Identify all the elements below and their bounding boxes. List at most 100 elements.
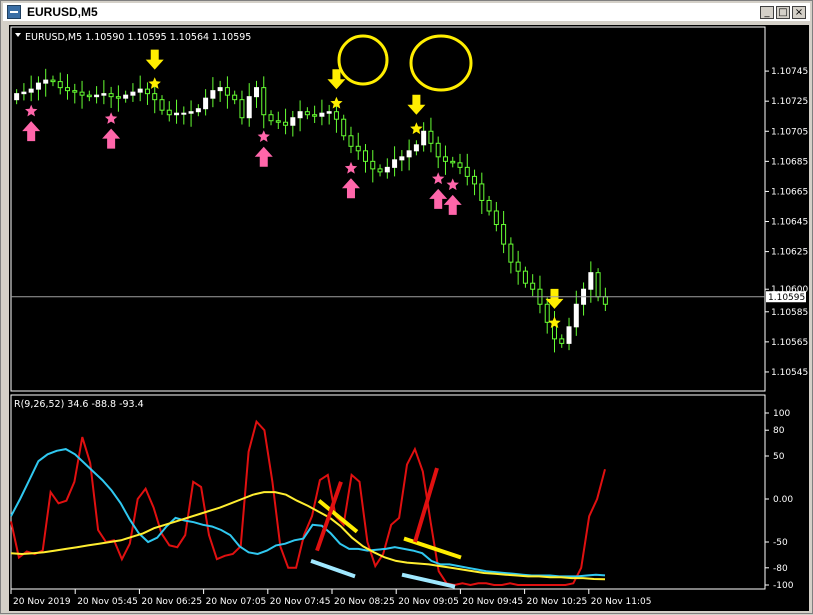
candle-body [203,97,209,110]
candle-body [333,111,339,120]
candle-body [246,96,252,119]
chart-window-icon [7,5,21,19]
time-tick-label: 20 Nov 2019 [13,597,71,607]
time-tick-label: 20 Nov 07:45 [270,597,331,607]
candle-body [14,93,20,101]
candle-body [435,142,441,158]
time-tick-label: 20 Nov 07:05 [206,597,267,607]
candle-body [79,91,85,96]
indicator-tick-label: -100 [773,581,794,591]
candle-body [457,162,463,168]
indicator-layer [10,419,606,589]
candle-body [559,338,565,344]
price-tick-label: 1.10565 [771,338,808,348]
indicator-axis: 100 80 50 0.00 -50 -80 -100 [765,409,794,591]
candles-layer [14,49,608,353]
candle-body [130,91,136,96]
price-tick-label: 1.10725 [771,97,808,107]
candle-body [450,160,456,164]
candle-body [115,96,121,99]
candle-body [515,261,521,272]
candle-body [370,160,376,170]
candle-body [181,112,187,115]
candle-body [144,88,150,95]
close-button[interactable]: × [792,6,806,19]
candle-body [508,243,514,263]
indicator-tick-label: 100 [773,409,790,419]
chart-window: EURUSD,M5 _ □ × EURUSD,M5 1.10590 1.1059… [0,0,813,614]
indicator-line-yellow [10,491,606,581]
time-axis: 20 Nov 2019 20 Nov 05:45 20 Nov 06:25 20 No… [10,589,652,607]
candle-body [602,296,608,305]
candle-body [268,114,274,122]
sell-star-icon [410,122,423,135]
buy-arrow-icon [429,188,448,209]
indicator-pane-frame [10,394,766,590]
candle-body [152,93,158,101]
price-tick-label: 1.10685 [771,157,808,167]
buy-arrow-icon [341,178,360,199]
buy-star-icon [104,112,118,124]
candle-body [57,81,63,89]
window-title: EURUSD,M5 [27,5,98,19]
candle-body [501,224,507,245]
candle-body [413,144,419,152]
candle-body [304,111,310,116]
candle-body [297,111,303,119]
title-bar[interactable]: EURUSD,M5 _ □ × [3,3,810,21]
candle-body [290,117,296,126]
candle-body [108,93,114,98]
indicator-tick-label: -80 [773,564,788,574]
candle-body [217,87,223,92]
candle-body [50,79,56,83]
candle-body [43,79,49,84]
candle-body [530,282,536,290]
candle-body [35,82,41,90]
time-tick-label: 20 Nov 11:05 [591,597,652,607]
restore-button[interactable]: □ [776,6,790,19]
candle-body [355,145,361,152]
price-tick-label: 1.10545 [771,368,808,378]
collapse-triangle-icon[interactable] [15,33,21,37]
candle-body [224,87,230,96]
candle-body [312,114,318,117]
indicator-tick-label: 50 [773,452,785,462]
candle-body [86,94,92,98]
highlight-circle [337,34,389,86]
candle-body [472,175,478,185]
price-tick-label: 1.10665 [771,187,808,197]
candle-body [363,150,369,162]
buy-arrow-icon [102,128,121,149]
buy-arrow-icon [22,121,41,142]
price-tick-label: 1.10625 [771,248,808,258]
indicator-line-cyan [10,448,606,578]
candle-body [464,166,470,177]
price-tick-label: 1.10745 [771,67,808,77]
candle-body [392,159,398,168]
indicator-info-text: R(9,26,52) 34.6 -88.8 -93.4 [14,399,144,410]
chart-svg[interactable]: EURUSD,M5 1.10590 1.10595 1.10564 1.1059… [9,25,809,611]
time-tick-label: 20 Nov 06:25 [141,597,202,607]
main-pane-frame [10,26,766,392]
chart-area[interactable]: EURUSD,M5 1.10590 1.10595 1.10564 1.1059… [9,25,809,611]
candle-body [348,135,354,147]
price-tick-label: 1.10645 [771,218,808,228]
minimize-button[interactable]: _ [760,6,774,19]
drawn-trendline [310,559,356,579]
candle-body [232,94,238,101]
time-tick-label: 20 Nov 05:45 [77,597,138,607]
current-price-label: 1.10595 [768,293,805,303]
highlight-circle [409,34,473,92]
candle-body [544,303,550,323]
drawn-trendline [413,467,439,543]
candle-body [261,87,267,116]
candle-body [72,90,78,93]
price-tick-label: 1.10705 [771,127,808,137]
time-tick-label: 20 Nov 08:25 [334,597,395,607]
candle-body [442,156,448,162]
drawn-trendline [403,536,462,560]
candle-body [123,94,129,99]
candle-body [210,90,216,99]
main-info-text: EURUSD,M5 1.10590 1.10595 1.10564 1.1059… [25,32,251,43]
candle-body [137,88,143,93]
